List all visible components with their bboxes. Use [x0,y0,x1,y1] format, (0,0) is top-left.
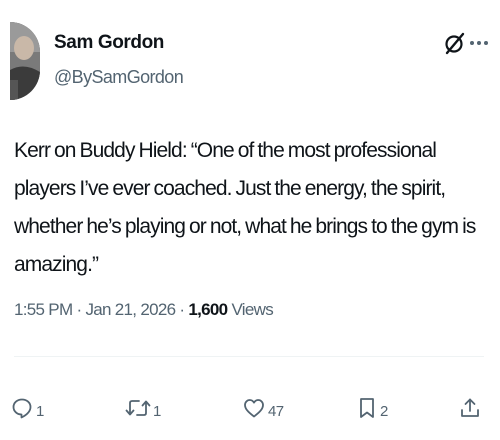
divider [14,356,484,357]
views-label: Views [231,300,274,319]
like-count: 47 [268,402,284,420]
reply-count: 1 [36,402,44,420]
tweet-date[interactable]: Jan 21, 2026 [85,300,176,319]
like-button[interactable]: 47 [242,388,284,428]
repost-button[interactable]: 1 [125,388,161,428]
repost-icon [125,396,151,420]
grok-icon[interactable] [442,30,468,56]
author-name[interactable]: Sam Gordon [54,32,164,54]
tweet-time[interactable]: 1:55 PM [14,300,73,319]
more-icon[interactable] [468,30,490,56]
author-handle[interactable]: @BySamGordon [54,67,184,88]
reply-button[interactable]: 1 [10,388,44,428]
tweet-text: Kerr on Buddy Hield: “One of the most pr… [14,139,476,276]
repost-count: 1 [153,402,161,420]
tweet-header: Sam Gordon @BySamGordon [10,22,490,100]
action-bar: 1 1 47 2 [0,388,500,428]
bookmark-button[interactable]: 2 [356,388,388,428]
tweet-card: Sam Gordon @BySamGordon Kerr on Buddy Hi… [0,0,500,440]
meta-separator: · [76,300,82,319]
avatar[interactable] [10,22,40,100]
bookmark-icon [356,396,378,420]
meta-separator: · [179,300,185,319]
views-count: 1,600 [188,300,228,319]
bookmark-count: 2 [380,402,388,420]
reply-icon [10,396,34,420]
share-icon [458,396,482,420]
tweet-meta: 1:55 PM · Jan 21, 2026 · 1,600 Views [14,300,274,320]
share-button[interactable] [458,388,482,428]
heart-icon [242,396,266,420]
